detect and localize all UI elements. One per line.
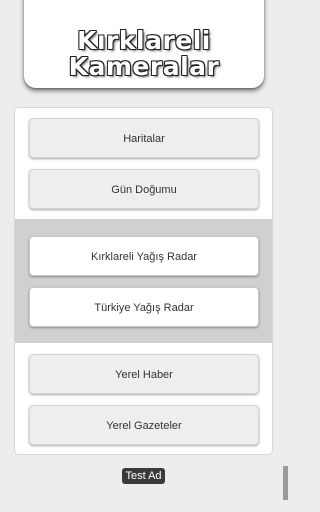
scrollbar[interactable] <box>283 466 288 500</box>
turkey-radar-button[interactable]: Türkiye Yağış Radar <box>29 287 259 327</box>
app-title-line2: Kameralar <box>68 52 220 81</box>
app-header-card: Kırklareli Kameralar <box>24 0 264 88</box>
menu-panel: Haritalar Gün Doğumu Kırklareli Yağış Ra… <box>14 107 273 455</box>
local-newspapers-button[interactable]: Yerel Gazeteler <box>29 405 259 445</box>
sunrise-button[interactable]: Gün Doğumu <box>29 169 259 209</box>
app-title-line1: Kırklareli <box>77 26 211 55</box>
local-radar-button[interactable]: Kırklareli Yağış Radar <box>29 236 259 276</box>
maps-button[interactable]: Haritalar <box>29 118 259 158</box>
local-news-button[interactable]: Yerel Haber <box>29 354 259 394</box>
test-ad-badge[interactable]: Test Ad <box>122 468 165 484</box>
